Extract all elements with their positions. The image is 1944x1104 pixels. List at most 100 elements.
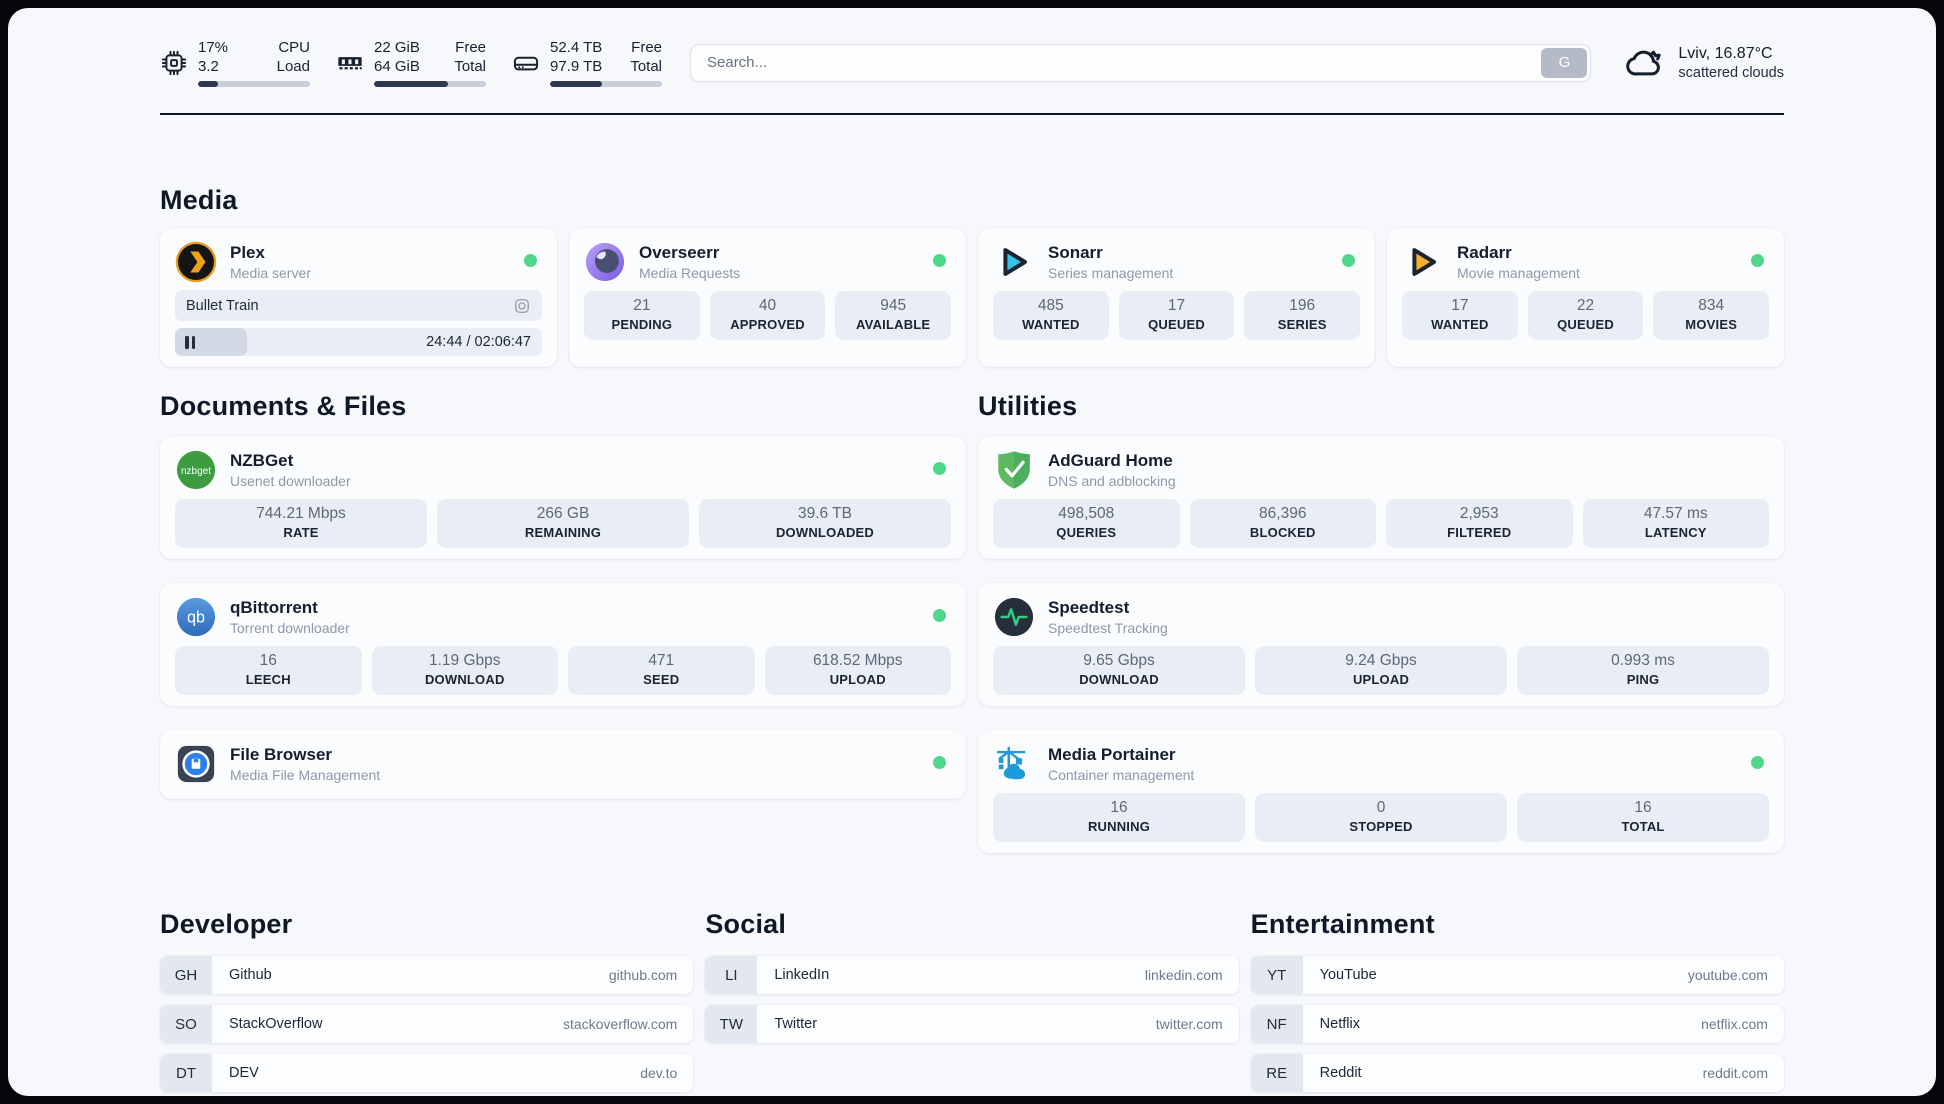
search-box: G	[690, 43, 1592, 82]
bookmark-url: youtube.com	[1687, 967, 1768, 983]
stat-leech: 16 LEECH	[175, 646, 362, 695]
stat-upload: 9.24 Gbps UPLOAD	[1255, 646, 1507, 695]
bookmark-abbr: RE	[1250, 1054, 1303, 1092]
bookmark-abbr: TW	[705, 1005, 758, 1043]
disk-icon	[513, 56, 539, 70]
bookmark-group-developer: Developer GH Github github.com SO StackO…	[160, 909, 694, 1092]
bookmark-title: DEV	[229, 1065, 259, 1081]
bookmark-stackoverflow[interactable]: SO StackOverflow stackoverflow.com	[160, 1005, 694, 1043]
search-input[interactable]	[690, 43, 1592, 82]
bookmark-url: github.com	[608, 967, 678, 983]
app-card-plex[interactable]: Plex Media server Bullet Train 24:44 / 0…	[160, 228, 557, 367]
bookmark-title: Github	[229, 967, 272, 983]
app-description: Torrent downloader	[230, 620, 350, 636]
memory-progress-fill	[374, 81, 448, 87]
stat-queued: 17 QUEUED	[1118, 291, 1235, 340]
app-name: qBittorrent	[230, 598, 318, 617]
bookmark-github[interactable]: GH Github github.com	[160, 956, 694, 994]
app-card-portainer[interactable]: Media Portainer Container management 16 …	[978, 730, 1784, 853]
weather-location-temp: Lviv, 16.87°C	[1678, 44, 1773, 62]
cpu-progress-fill	[198, 81, 219, 87]
bookmark-abbr: LI	[705, 956, 758, 994]
bookmark-title: Twitter	[774, 1016, 818, 1032]
cpu-load-value: 3.2	[198, 58, 219, 75]
stat-upload: 618.52 Mbps UPLOAD	[764, 646, 951, 695]
utilities-column: Utilities AdGuard Home DNS and adblockin…	[978, 391, 1784, 853]
bookmark-dev[interactable]: DT DEV dev.to	[160, 1054, 694, 1092]
disk-total-label: Total	[630, 58, 662, 75]
qbittorrent-icon: qb	[176, 597, 216, 637]
app-card-overseerr[interactable]: Overseerr Media Requests 21 PENDING 40 A…	[569, 228, 966, 367]
memory-free-value: 22 GiB	[374, 39, 420, 56]
app-description: Media Requests	[639, 265, 741, 281]
system-widgets: 17% CPU 3.2 Load 22 GiB Free 64 GiB Tota…	[160, 38, 662, 87]
disk-free-value: 52.4 TB	[550, 39, 603, 56]
portainer-icon	[996, 746, 1026, 780]
app-card-speedtest[interactable]: Speedtest Speedtest Tracking 9.65 Gbps D…	[978, 583, 1784, 706]
bookmark-linkedin[interactable]: LI LinkedIn linkedin.com	[705, 956, 1239, 994]
memory-icon	[338, 56, 362, 69]
pause-icon[interactable]	[185, 335, 195, 349]
stat-rate: 744.21 Mbps RATE	[175, 499, 427, 548]
bookmark-abbr: YT	[1250, 956, 1303, 994]
documents-column: Documents & Files nzbget NZBGet Usenet d…	[160, 391, 966, 853]
stat-queries: 498,508 QUERIES	[993, 499, 1180, 548]
status-online-dot	[933, 462, 946, 475]
memory-free-label: Free	[455, 39, 486, 56]
radarr-icon	[1412, 248, 1436, 276]
app-card-nzbget[interactable]: nzbget NZBGet Usenet downloader 744.21 M…	[160, 436, 966, 559]
app-name: AdGuard Home	[1048, 451, 1173, 470]
bookmark-abbr: NF	[1250, 1005, 1303, 1043]
bookmark-group-entertainment: Entertainment YT YouTube youtube.com NF …	[1250, 909, 1784, 1092]
weather-condition: scattered clouds	[1678, 64, 1784, 81]
app-card-qbittorrent[interactable]: qb qBittorrent Torrent downloader 16 LEE…	[160, 583, 966, 706]
playback-progress-bar[interactable]: 24:44 / 02:06:47	[175, 328, 542, 356]
bookmark-abbr: GH	[160, 956, 212, 994]
stat-available: 945 AVAILABLE	[835, 291, 952, 340]
stat-latency: 47.57 ms LATENCY	[1582, 499, 1769, 548]
app-card-sonarr[interactable]: Sonarr Series management 485 WANTED 17 Q…	[978, 228, 1375, 367]
stat-queued: 22 QUEUED	[1527, 291, 1644, 340]
search-engine-button[interactable]: G	[1541, 47, 1588, 78]
speedtest-icon	[994, 597, 1034, 637]
stat-wanted: 485 WANTED	[993, 291, 1109, 340]
bookmark-twitter[interactable]: TW Twitter twitter.com	[705, 1005, 1239, 1043]
app-name: Media Portainer	[1048, 745, 1176, 764]
app-description: Media File Management	[230, 767, 381, 783]
bookmark-title: Reddit	[1319, 1065, 1362, 1081]
bookmark-youtube[interactable]: YT YouTube youtube.com	[1250, 956, 1784, 994]
stat-series: 196 SERIES	[1244, 291, 1361, 340]
filebrowser-icon	[177, 745, 215, 783]
section-heading-documents: Documents & Files	[160, 391, 407, 421]
status-online-dot	[933, 254, 946, 267]
status-online-dot	[933, 756, 946, 769]
cpu-load-label: Load	[276, 58, 310, 75]
app-name: NZBGet	[230, 451, 294, 470]
now-playing-title-bar: Bullet Train	[175, 290, 542, 321]
bookmark-url: twitter.com	[1155, 1016, 1223, 1032]
stat-filtered: 2,953 FILTERED	[1386, 499, 1573, 548]
memory-total-label: Total	[454, 58, 486, 75]
section-heading-media: Media	[160, 185, 238, 215]
cpu-icon	[161, 50, 187, 75]
memory-progress-bar	[374, 81, 486, 87]
memory-total-value: 64 GiB	[374, 58, 420, 75]
bookmark-group-social: Social LI LinkedIn linkedin.com TW Twitt…	[705, 909, 1239, 1092]
status-online-dot	[933, 609, 946, 622]
app-description: Speedtest Tracking	[1048, 620, 1168, 636]
stat-remaining: 266 GB REMAINING	[437, 499, 689, 548]
bookmark-url: linkedin.com	[1144, 967, 1223, 983]
stat-approved: 40 APPROVED	[709, 291, 826, 340]
section-heading-developer: Developer	[160, 909, 293, 939]
bookmark-title: LinkedIn	[774, 967, 830, 983]
stat-ping: 0.993 ms PING	[1517, 646, 1769, 695]
bookmark-reddit[interactable]: RE Reddit reddit.com	[1250, 1054, 1784, 1092]
bookmark-netflix[interactable]: NF Netflix netflix.com	[1250, 1005, 1784, 1043]
bookmark-url: dev.to	[640, 1065, 678, 1081]
session-screen-icon[interactable]	[513, 297, 531, 315]
stat-download: 1.19 Gbps DOWNLOAD	[371, 646, 558, 695]
app-card-filebrowser[interactable]: File Browser Media File Management	[160, 730, 966, 799]
app-card-radarr[interactable]: Radarr Movie management 17 WANTED 22 QUE…	[1387, 228, 1784, 367]
bookmark-title: Netflix	[1319, 1016, 1360, 1032]
app-card-adguard[interactable]: AdGuard Home DNS and adblocking 498,508 …	[978, 436, 1784, 559]
